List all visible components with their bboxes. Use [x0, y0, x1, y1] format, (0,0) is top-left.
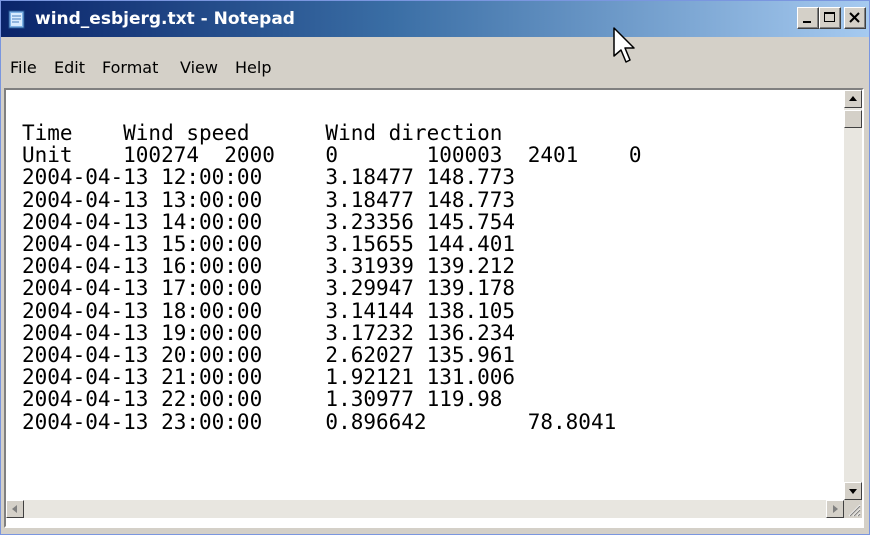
- scroll-left-button[interactable]: [6, 500, 24, 518]
- text-line: 2004-04-13 19:00:00 3.17232 136.234: [22, 320, 516, 345]
- menu-file[interactable]: File: [10, 57, 37, 79]
- file-content: Time Wind speed Wind direction Unit 1002…: [22, 122, 642, 433]
- arrow-right-icon: [833, 505, 838, 513]
- text-line: 2004-04-13 15:00:00 3.15655 144.401: [22, 232, 516, 257]
- notepad-window: wind_esbjerg.txt - Notepad File Edit For…: [0, 0, 870, 535]
- minimize-button[interactable]: [797, 7, 819, 29]
- text-line: Time Wind speed Wind direction: [22, 121, 503, 145]
- mouse-pointer-icon: [612, 26, 638, 68]
- menu-format[interactable]: Format: [102, 57, 158, 79]
- title-bar[interactable]: wind_esbjerg.txt - Notepad: [1, 1, 869, 37]
- scroll-right-button[interactable]: [826, 500, 844, 518]
- vertical-scrollbar[interactable]: [844, 90, 862, 500]
- text-line: Unit 100274 2000 0 100003 2401 0: [22, 143, 642, 168]
- close-icon: [849, 12, 860, 23]
- scroll-down-button[interactable]: [844, 482, 862, 500]
- menu-view[interactable]: View: [180, 57, 218, 79]
- vertical-scroll-thumb[interactable]: [844, 110, 862, 128]
- menu-edit[interactable]: Edit: [54, 57, 85, 79]
- text-area-frame: Time Wind speed Wind direction Unit 1002…: [4, 88, 864, 528]
- notepad-icon: [7, 9, 27, 29]
- minimize-icon: [803, 21, 811, 23]
- text-line: 2004-04-13 23:00:00 0.896642 78.8041: [22, 409, 617, 434]
- menu-bar: File Edit Format View Help: [1, 37, 869, 87]
- scroll-up-button[interactable]: [844, 90, 862, 108]
- text-area[interactable]: Time Wind speed Wind direction Unit 1002…: [6, 90, 844, 500]
- text-line: 2004-04-13 12:00:00 3.18477 148.773: [22, 165, 516, 190]
- text-line: 2004-04-13 13:00:00 3.18477 148.773: [22, 187, 516, 212]
- text-line: 2004-04-13 21:00:00 1.92121 131.006: [22, 365, 516, 390]
- maximize-icon: [824, 12, 835, 22]
- close-button[interactable]: [844, 7, 866, 29]
- text-line: 2004-04-13 14:00:00 3.23356 145.754: [22, 209, 516, 234]
- size-grip[interactable]: [844, 500, 862, 518]
- text-line: 2004-04-13 17:00:00 3.29947 139.178: [22, 276, 516, 301]
- text-line: 2004-04-13 16:00:00 3.31939 139.212: [22, 254, 516, 279]
- text-line: 2004-04-13 20:00:00 2.62027 135.961: [22, 343, 516, 368]
- text-line: 2004-04-13 18:00:00 3.14144 138.105: [22, 298, 516, 323]
- arrow-up-icon: [849, 96, 857, 101]
- arrow-down-icon: [849, 489, 857, 494]
- resize-grip-icon: [848, 504, 861, 517]
- menu-help[interactable]: Help: [235, 57, 271, 79]
- maximize-button[interactable]: [819, 7, 841, 29]
- window-title: wind_esbjerg.txt - Notepad: [35, 9, 295, 29]
- arrow-left-icon: [12, 505, 17, 513]
- text-line: 2004-04-13 22:00:00 1.30977 119.98: [22, 387, 503, 412]
- horizontal-scrollbar[interactable]: [6, 500, 844, 518]
